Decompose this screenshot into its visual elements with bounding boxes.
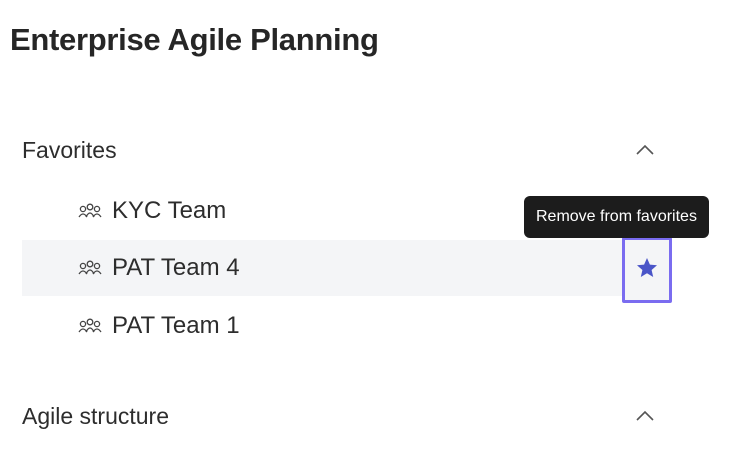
- star-icon: [635, 256, 659, 285]
- favorites-section-label: Favorites: [22, 136, 117, 163]
- chevron-up-icon[interactable]: [634, 139, 656, 161]
- favorite-item-pat-team-4[interactable]: PAT Team 4: [22, 240, 672, 296]
- remove-favorite-tooltip: Remove from favorites: [524, 196, 709, 238]
- chevron-up-icon[interactable]: [634, 405, 656, 427]
- remove-favorite-button[interactable]: [622, 237, 672, 303]
- agile-structure-section-label: Agile structure: [22, 402, 170, 429]
- favorite-item-label: KYC Team: [112, 197, 227, 224]
- page-title: Enterprise Agile Planning: [10, 22, 379, 57]
- team-icon: [78, 259, 102, 277]
- favorite-item-label: PAT Team 4: [112, 254, 240, 281]
- team-icon: [78, 202, 102, 220]
- team-icon: [78, 317, 102, 335]
- favorites-section-header[interactable]: Favorites: [22, 130, 672, 170]
- favorite-item-label: PAT Team 1: [112, 312, 240, 339]
- agile-structure-section-header[interactable]: Agile structure: [22, 396, 672, 436]
- favorite-item-pat-team-1[interactable]: PAT Team 1: [22, 298, 672, 354]
